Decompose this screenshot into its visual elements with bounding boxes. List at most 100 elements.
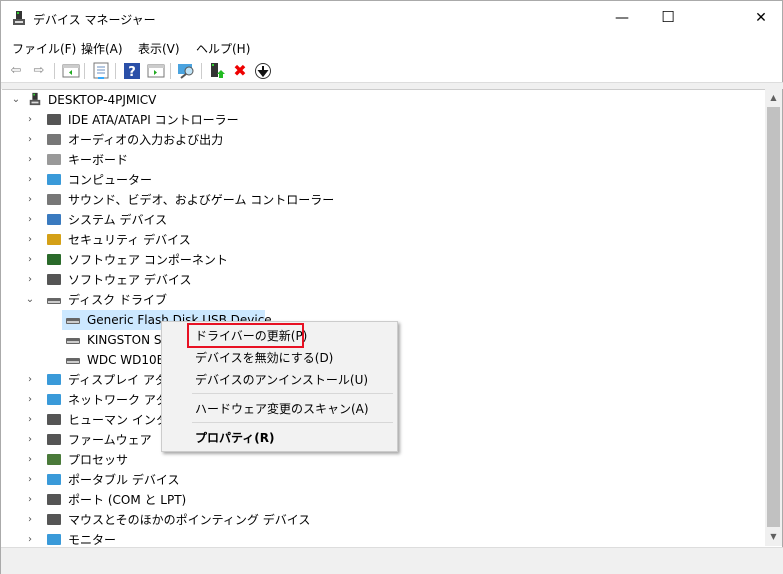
chevron-right-icon[interactable]: › bbox=[24, 510, 36, 530]
disk-drive-icon bbox=[66, 318, 80, 324]
menu-action[interactable]: 操作(A) bbox=[81, 40, 123, 57]
display-adapter-icon bbox=[47, 374, 61, 385]
tree-item-label: IDE ATA/ATAPI コントローラー bbox=[68, 113, 239, 127]
help-icon[interactable]: ? bbox=[123, 62, 141, 80]
chevron-right-icon[interactable]: › bbox=[24, 410, 36, 430]
chevron-right-icon[interactable]: › bbox=[24, 470, 36, 490]
scroll-up-icon[interactable]: ▲ bbox=[765, 93, 782, 102]
toolbar-divider bbox=[201, 63, 202, 79]
mouse-icon bbox=[47, 514, 61, 525]
menu-item-uninstall-device[interactable]: デバイスのアンインストール(U) bbox=[195, 371, 368, 388]
disable-icon[interactable] bbox=[254, 62, 272, 80]
tree-item-label: ディスク ドライブ bbox=[68, 293, 167, 307]
speaker-icon bbox=[47, 194, 61, 205]
chevron-right-icon[interactable]: › bbox=[24, 150, 36, 170]
disk-drive-icon bbox=[66, 358, 80, 364]
chevron-right-icon[interactable]: › bbox=[24, 210, 36, 230]
device-manager-icon bbox=[13, 11, 25, 25]
menu-divider bbox=[192, 393, 393, 394]
chevron-right-icon[interactable]: › bbox=[24, 490, 36, 510]
toolbar: ⇦ ⇨ ? ✖ bbox=[1, 59, 783, 83]
tree-item-label: セキュリティ デバイス bbox=[68, 233, 191, 247]
tree-item-label: ソフトウェア デバイス bbox=[68, 273, 192, 287]
tree-item-label: コンピューター bbox=[68, 173, 153, 187]
tree-item-label: ソフトウェア コンポーネント bbox=[68, 253, 228, 267]
disk-drive-icon bbox=[47, 298, 61, 304]
tree-item-label: キーボード bbox=[68, 153, 129, 167]
computer-root-icon bbox=[29, 92, 41, 106]
show-hide-console-tree-icon[interactable] bbox=[62, 62, 80, 80]
window-title: デバイス マネージャー bbox=[33, 13, 156, 27]
computer-icon bbox=[47, 174, 61, 185]
menu-file[interactable]: ファイル(F) bbox=[12, 40, 76, 57]
scroll-down-icon[interactable]: ▼ bbox=[765, 532, 782, 541]
toolbar-divider bbox=[84, 63, 85, 79]
chevron-right-icon[interactable]: › bbox=[24, 450, 36, 470]
update-driver-icon[interactable] bbox=[208, 62, 226, 80]
scrollbar-thumb[interactable] bbox=[767, 107, 780, 527]
toolbar-divider bbox=[115, 63, 116, 79]
chevron-right-icon[interactable]: › bbox=[24, 270, 36, 290]
properties-icon[interactable] bbox=[92, 62, 110, 80]
tree-item-label: マウスとそのほかのポインティング デバイス bbox=[68, 513, 311, 527]
tree-item-label: ポータブル デバイス bbox=[68, 473, 180, 487]
close-button[interactable]: ✕ bbox=[738, 1, 783, 35]
chevron-right-icon[interactable]: › bbox=[24, 530, 36, 546]
tree-item-label: モニター bbox=[68, 533, 117, 546]
status-bar bbox=[1, 547, 783, 574]
monitor-icon bbox=[47, 534, 61, 545]
processor-icon bbox=[47, 454, 61, 465]
tree-item-label: KINGSTON S bbox=[87, 333, 162, 347]
tree-item-label: オーディオの入力および出力 bbox=[68, 133, 224, 147]
menu-bar: ファイル(F) 操作(A) 表示(V) ヘルプ(H) bbox=[1, 37, 783, 59]
chevron-right-icon[interactable]: › bbox=[24, 430, 36, 450]
vertical-scrollbar[interactable]: ▲ ▼ bbox=[765, 89, 782, 546]
menu-item-update-driver[interactable]: ドライバーの更新(P) bbox=[195, 327, 307, 344]
menu-divider bbox=[192, 422, 393, 423]
device-tree: ⌄ DESKTOP-4PJMICV › IDE ATA/ATAPI コントローラー… bbox=[2, 89, 765, 546]
software-component-icon bbox=[47, 254, 61, 265]
maximize-button[interactable]: ☐ bbox=[645, 0, 691, 34]
keyboard-icon bbox=[47, 154, 61, 165]
disk-drive-icon bbox=[66, 338, 80, 344]
menu-item-properties[interactable]: プロパティ(R) bbox=[195, 429, 275, 446]
chevron-right-icon[interactable]: › bbox=[24, 170, 36, 190]
forward-icon[interactable]: ⇨ bbox=[30, 62, 48, 80]
hid-icon bbox=[47, 414, 61, 425]
software-device-icon bbox=[47, 274, 61, 285]
menu-item-scan-hardware[interactable]: ハードウェア変更のスキャン(A) bbox=[195, 400, 369, 417]
device-manager-window: デバイス マネージャー — ☐ ✕ ファイル(F) 操作(A) 表示(V) ヘル… bbox=[0, 0, 783, 574]
system-device-icon bbox=[47, 214, 61, 225]
tree-item-label: システム デバイス bbox=[68, 213, 168, 227]
uninstall-icon[interactable]: ✖ bbox=[231, 62, 249, 80]
ide-controller-icon bbox=[47, 114, 61, 125]
tree-item-label: ファームウェア bbox=[68, 433, 152, 447]
menu-help[interactable]: ヘルプ(H) bbox=[196, 40, 250, 57]
speaker-icon bbox=[47, 134, 61, 145]
svg-text:?: ? bbox=[128, 65, 136, 80]
chevron-right-icon[interactable]: › bbox=[24, 130, 36, 150]
chevron-down-icon[interactable]: ⌄ bbox=[24, 290, 36, 310]
chevron-right-icon[interactable]: › bbox=[24, 250, 36, 270]
action-pane-icon[interactable] bbox=[147, 62, 165, 80]
title-bar: デバイス マネージャー — ☐ ✕ bbox=[1, 1, 783, 37]
toolbar-divider bbox=[170, 63, 171, 79]
scan-hardware-icon[interactable] bbox=[177, 62, 195, 80]
context-menu: ドライバーの更新(P) デバイスを無効にする(D) デバイスのアンインストール(… bbox=[161, 321, 398, 452]
back-icon[interactable]: ⇦ bbox=[7, 62, 25, 80]
toolbar-divider bbox=[54, 63, 55, 79]
minimize-button[interactable]: — bbox=[599, 1, 645, 35]
chevron-right-icon[interactable]: › bbox=[24, 230, 36, 250]
portable-device-icon bbox=[47, 474, 61, 485]
tree-item-label: ポート (COM と LPT) bbox=[68, 493, 187, 507]
port-icon bbox=[47, 494, 61, 505]
menu-item-disable-device[interactable]: デバイスを無効にする(D) bbox=[195, 349, 333, 366]
menu-view[interactable]: 表示(V) bbox=[138, 40, 180, 57]
tree-item-label: サウンド、ビデオ、およびゲーム コントローラー bbox=[68, 193, 335, 207]
chevron-right-icon[interactable]: › bbox=[24, 370, 36, 390]
chevron-right-icon[interactable]: › bbox=[24, 190, 36, 210]
chevron-down-icon[interactable]: ⌄ bbox=[10, 90, 22, 110]
chevron-right-icon[interactable]: › bbox=[24, 110, 36, 130]
tree-root[interactable]: ⌄ DESKTOP-4PJMICV bbox=[10, 90, 310, 110]
chevron-right-icon[interactable]: › bbox=[24, 390, 36, 410]
